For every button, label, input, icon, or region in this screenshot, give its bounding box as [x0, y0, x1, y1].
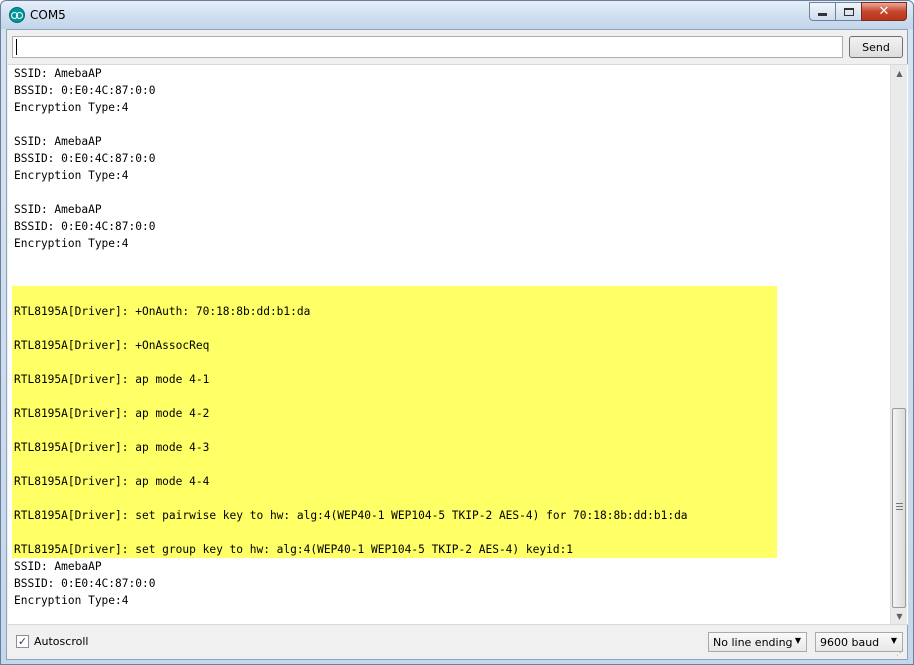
output-line: RTL8195A[Driver]: +OnAuth: 70:18:8b:dd:b… — [12, 303, 777, 320]
title-bar[interactable]: COM5 ✕ — [1, 1, 913, 29]
output-line — [12, 422, 777, 439]
chevron-down-icon: ▼ — [890, 636, 897, 645]
maximize-button[interactable] — [835, 2, 861, 21]
checkmark-icon: ✓ — [17, 635, 28, 648]
close-button[interactable]: ✕ — [861, 2, 907, 21]
client-area: Send SSID: AmebaAP BSSID: 0:E0:4C:87:0:0 E… — [6, 29, 908, 660]
output-line: RTL8195A[Driver]: set group key to hw: a… — [12, 541, 777, 558]
grip-icon — [896, 503, 903, 510]
output-line — [12, 354, 777, 371]
output-line: SSID: AmebaAP — [14, 560, 102, 573]
output-line: RTL8195A[Driver]: ap mode 4-4 — [12, 473, 777, 490]
baud-rate-select[interactable]: 9600 baud ▼ — [815, 632, 903, 652]
output-line: RTL8195A[Driver]: ap mode 4-3 — [12, 439, 777, 456]
window-controls: ✕ — [809, 2, 907, 21]
autoscroll-toggle[interactable]: ✓ Autoscroll — [16, 635, 88, 648]
window-title: COM5 — [30, 8, 66, 22]
output-line: Encryption Type:4 — [14, 169, 129, 182]
output-line: RTL8195A[Driver]: +OnAssocReq — [12, 337, 777, 354]
output-line: BSSID: 0:E0:4C:87:0:0 — [14, 577, 156, 590]
resize-grip-icon[interactable]: ⋰ — [896, 648, 906, 658]
send-input[interactable] — [12, 36, 843, 58]
footer-bar: ✓ Autoscroll No line ending ▼ 9600 baud … — [7, 627, 907, 659]
chevron-down-icon: ▼ — [794, 636, 801, 645]
autoscroll-label: Autoscroll — [34, 635, 89, 648]
output-line: BSSID: 0:E0:4C:87:0:0 — [14, 220, 156, 233]
send-button[interactable]: Send — [849, 36, 903, 58]
output-line: RTL8195A[Driver]: ap mode 4-2 — [12, 405, 777, 422]
output-line — [12, 456, 777, 473]
output-line: BSSID: 0:E0:4C:87:0:0 — [14, 84, 156, 97]
output-line — [12, 524, 777, 541]
serial-monitor-window: COM5 ✕ Send SSID: AmebaAP BSSID: 0:E0:4C:… — [0, 0, 914, 665]
line-ending-select[interactable]: No line ending ▼ — [708, 632, 807, 652]
vertical-scrollbar[interactable]: ▲ ▼ — [890, 65, 908, 624]
minimize-button[interactable] — [809, 2, 835, 21]
arduino-icon — [9, 7, 25, 23]
scroll-thumb[interactable] — [892, 408, 906, 608]
output-line: Encryption Type:4 — [14, 101, 129, 114]
output-line: Encryption Type:4 — [14, 594, 129, 607]
output-line: SSID: AmebaAP — [14, 135, 102, 148]
output-line: SSID: AmebaAP — [14, 203, 102, 216]
output-line: Encryption Type:4 — [14, 237, 129, 250]
output-line: SSID: AmebaAP — [14, 67, 102, 80]
serial-output[interactable]: SSID: AmebaAP BSSID: 0:E0:4C:87:0:0 Encryp… — [8, 64, 908, 625]
output-line: BSSID: 0:E0:4C:87:0:0 — [14, 152, 156, 165]
output-line: RTL8195A[Driver]: set pairwise key to hw… — [12, 507, 777, 524]
close-icon: ✕ — [878, 4, 890, 19]
baud-rate-value: 9600 baud — [820, 635, 880, 649]
send-row: Send — [7, 30, 907, 66]
scroll-down-icon[interactable]: ▼ — [891, 608, 908, 624]
output-line — [12, 388, 777, 405]
output-line — [12, 320, 777, 337]
maximize-icon — [843, 7, 854, 16]
output-line — [12, 286, 777, 303]
scroll-up-icon[interactable]: ▲ — [891, 65, 908, 82]
text-caret — [16, 39, 17, 55]
output-line: RTL8195A[Driver]: ap mode 4-1 — [12, 371, 777, 388]
output-line — [12, 490, 777, 507]
minimize-icon — [818, 13, 827, 16]
output-lines: SSID: AmebaAP BSSID: 0:E0:4C:87:0:0 Encryp… — [12, 65, 893, 609]
autoscroll-checkbox[interactable]: ✓ — [16, 635, 29, 648]
line-ending-value: No line ending — [713, 635, 793, 649]
